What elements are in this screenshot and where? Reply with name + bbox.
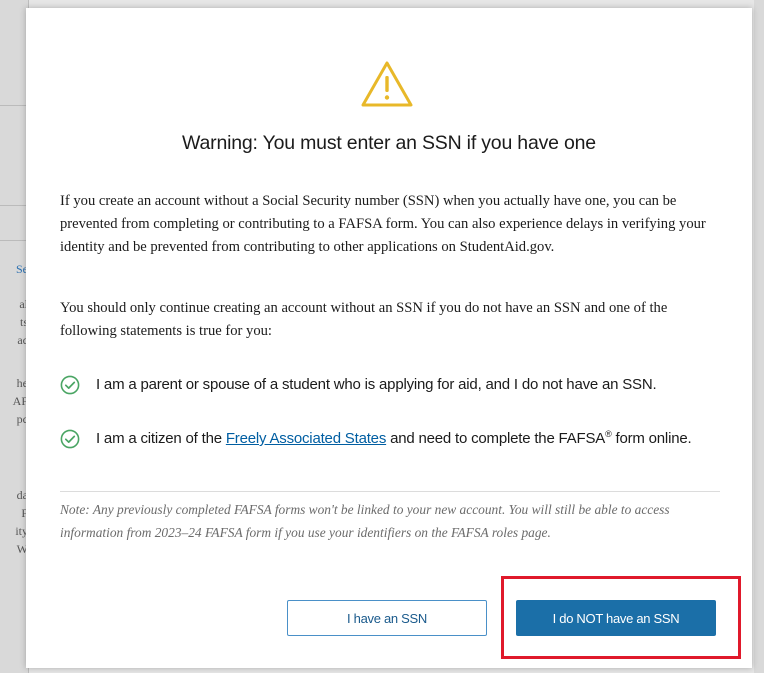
background-divider: [0, 105, 28, 106]
modal-title: Warning: You must enter an SSN if you ha…: [182, 132, 596, 154]
background-page: Se al ts ac he AF pc da F ity W: [0, 0, 29, 673]
background-page-right: [754, 0, 764, 673]
background-divider: [0, 205, 28, 206]
background-fragment: da: [16, 488, 28, 502]
conditions-paragraph: You should only continue creating an acc…: [60, 300, 668, 339]
background-fragment: AF: [12, 394, 28, 408]
ssn-warning-modal: Warning: You must enter an SSN if you ha…: [26, 8, 752, 668]
statement-item: I am a parent or spouse of a student who…: [60, 372, 720, 398]
background-fragment: ac: [17, 333, 28, 347]
note-divider: [60, 491, 720, 492]
note-text: Note: Any previously completed FAFSA for…: [60, 502, 670, 540]
background-fragment: Se: [16, 262, 28, 276]
statement-suffix: form online.: [611, 430, 692, 447]
statement-prefix: I am a citizen of the: [96, 430, 226, 447]
check-circle-icon: [60, 429, 80, 449]
background-fragment: W: [16, 542, 28, 556]
statement-middle: and need to complete the FAFSA: [386, 430, 606, 447]
statement-text: I am a parent or spouse of a student who…: [96, 376, 657, 393]
warning-paragraph: If you create an account without a Socia…: [60, 193, 706, 255]
have-ssn-button[interactable]: I have an SSN: [287, 600, 487, 636]
background-fragment: al: [19, 297, 28, 311]
background-fragment: F: [21, 506, 28, 520]
background-fragment: he: [16, 376, 28, 390]
background-fragment: pc: [16, 412, 28, 426]
check-circle-icon: [60, 375, 80, 395]
background-fragment: ity: [15, 524, 28, 538]
background-fragment: ts: [19, 315, 28, 329]
warning-triangle-icon: [361, 61, 413, 107]
freely-associated-states-link[interactable]: Freely Associated States: [226, 430, 386, 447]
screenshot-root: Se al ts ac he AF pc da F ity W Warning:…: [0, 0, 764, 673]
no-ssn-button[interactable]: I do NOT have an SSN: [516, 600, 716, 636]
statement-item: I am a citizen of the Freely Associated …: [60, 426, 720, 452]
background-divider: [0, 240, 28, 241]
statement-text: I am a citizen of the Freely Associated …: [96, 426, 692, 452]
